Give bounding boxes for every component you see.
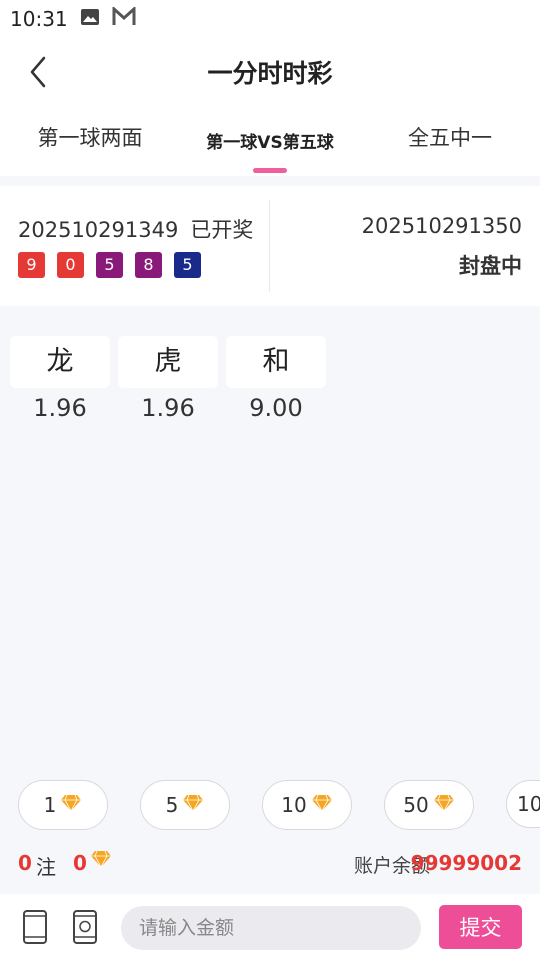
shake-phone-icon[interactable] [72, 910, 98, 948]
bet-count: 0 [18, 851, 32, 875]
diamond-icon [311, 793, 333, 817]
active-tab-indicator [253, 168, 287, 173]
draw-info-panel: 202510291349 已开奖 9 0 5 8 5 202510291350 封… [0, 186, 540, 306]
diamond-icon [182, 793, 204, 817]
tab-first-ball-two-sides[interactable]: 第一球两面 [0, 122, 180, 152]
bet-amount: 0 [73, 851, 87, 875]
tab-first-vs-fifth[interactable]: 第一球VS第五球 [180, 128, 360, 153]
chip-value: 10 [517, 792, 540, 816]
header: 一分时时彩 [0, 38, 540, 104]
panel-divider [269, 200, 270, 292]
chip-button[interactable]: 50 [384, 780, 474, 830]
chip-value: 50 [403, 793, 429, 817]
next-issue-number: 202510291350 [361, 214, 522, 238]
last-issue-number: 202510291349 [18, 218, 179, 242]
bet-count-unit: 注 [36, 855, 56, 879]
amount-input[interactable] [121, 906, 421, 950]
submit-button[interactable]: 提交 [439, 905, 522, 949]
balance-value: 99999002 [410, 851, 522, 875]
chip-value: 10 [281, 793, 307, 817]
bet-option-name: 和 [226, 336, 326, 388]
chip-value: 5 [165, 793, 179, 817]
result-ball: 8 [135, 252, 162, 278]
tab-bar: 第一球两面 第一球VS第五球 全五中一 [0, 104, 540, 176]
mail-icon [112, 5, 136, 31]
chip-button[interactable]: 5 [140, 780, 230, 830]
chip-button[interactable]: 1 [18, 780, 108, 830]
chip-selector: 1 5 10 50 10 [0, 780, 540, 832]
betting-closed-status: 封盘中 [459, 254, 522, 278]
status-time: 10:31 [10, 7, 68, 31]
chip-button[interactable]: 10 [506, 780, 540, 828]
bet-option-odds: 9.00 [249, 394, 303, 422]
chip-button[interactable]: 10 [262, 780, 352, 830]
bet-option-name: 龙 [10, 336, 110, 388]
result-ball: 5 [96, 252, 123, 278]
bet-option-dragon[interactable]: 龙 1.96 [10, 336, 110, 422]
bet-option-odds: 1.96 [33, 394, 87, 422]
chip-value: 1 [43, 793, 57, 817]
result-ball: 9 [18, 252, 45, 278]
draw-result-balls: 9 0 5 8 5 [18, 252, 213, 278]
status-bar: 10:31 [0, 0, 540, 38]
result-ball: 0 [57, 252, 84, 278]
bet-option-odds: 1.96 [141, 394, 195, 422]
page-title: 一分时时彩 [207, 59, 333, 88]
diamond-icon [60, 793, 82, 817]
diamond-icon [433, 793, 455, 817]
result-ball: 5 [174, 252, 201, 278]
bet-option-name: 虎 [118, 336, 218, 388]
tab-five-pick-one[interactable]: 全五中一 [360, 122, 540, 152]
last-draw-status: 已开奖 [190, 218, 254, 242]
bottom-bar: 提交 [0, 894, 540, 960]
bet-option-tiger[interactable]: 虎 1.96 [118, 336, 218, 422]
image-icon [80, 8, 100, 30]
bet-summary: 0 注 0 账户余额 99999002 [0, 842, 540, 882]
diamond-icon [90, 850, 112, 872]
bet-option-tie[interactable]: 和 9.00 [226, 336, 326, 422]
last-draw-info: 202510291349 已开奖 [18, 214, 253, 244]
phone-icon[interactable] [22, 910, 48, 948]
